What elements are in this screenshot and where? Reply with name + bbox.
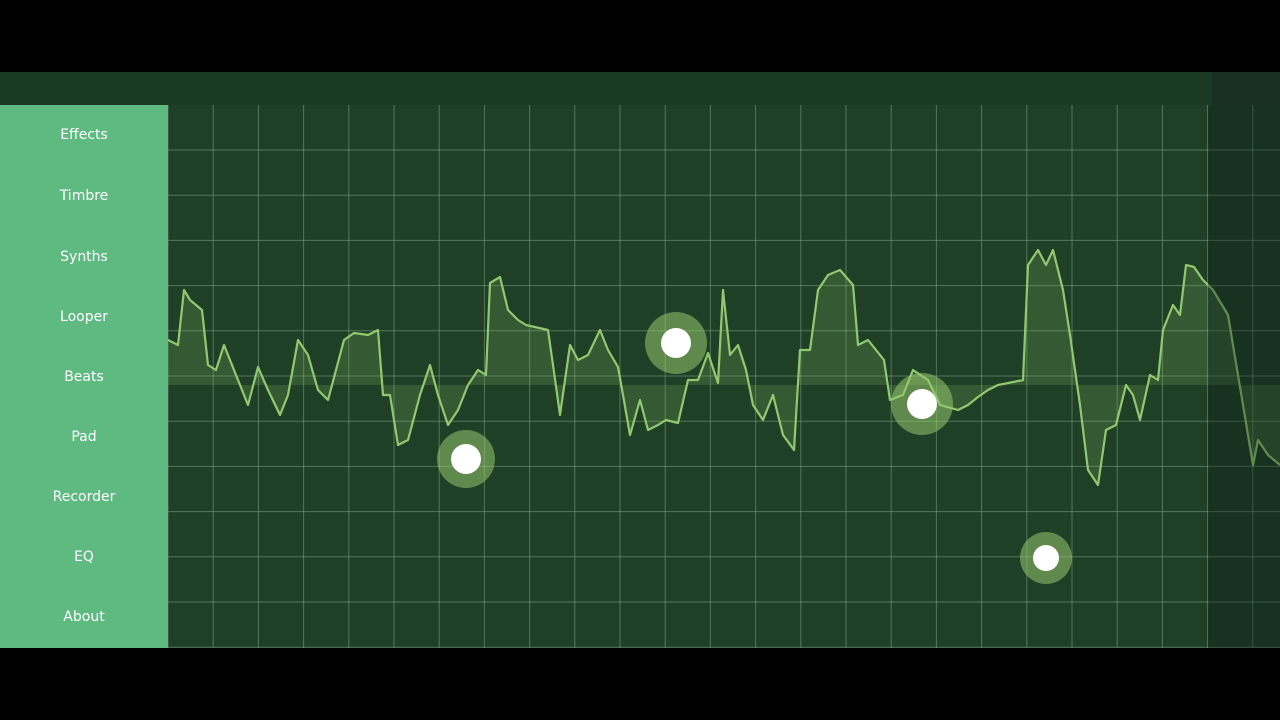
- sidebar-item-eq[interactable]: EQ: [0, 537, 168, 577]
- touch-point-icon: [907, 389, 937, 419]
- sidebar-item-recorder[interactable]: Recorder: [0, 477, 168, 517]
- top-bar-right-panel: [1212, 72, 1280, 105]
- xy-touch-pad[interactable]: [168, 105, 1280, 648]
- sidebar-item-synths[interactable]: Synths: [0, 237, 168, 277]
- touch-point[interactable]: [645, 312, 707, 374]
- sidebar-item-effects[interactable]: Effects: [0, 115, 168, 155]
- sidebar-item-about[interactable]: About: [0, 597, 168, 637]
- sidebar-item-timbre[interactable]: Timbre: [0, 176, 168, 216]
- touch-point-icon: [661, 328, 691, 358]
- sidebar-menu: Effects Timbre Synths Looper Beats Pad R…: [0, 105, 168, 648]
- touch-point[interactable]: [437, 430, 495, 488]
- grid-and-waveform: [168, 105, 1280, 648]
- sidebar-item-pad[interactable]: Pad: [0, 417, 168, 457]
- synth-app: Effects Timbre Synths Looper Beats Pad R…: [0, 72, 1280, 648]
- touch-point[interactable]: [1020, 532, 1072, 584]
- top-bar: [0, 72, 1280, 105]
- sidebar-item-beats[interactable]: Beats: [0, 357, 168, 397]
- touch-point-icon: [451, 444, 481, 474]
- sidebar-item-looper[interactable]: Looper: [0, 297, 168, 337]
- touch-point-icon: [1033, 545, 1059, 571]
- touch-point[interactable]: [891, 373, 953, 435]
- pad-edge-shade: [1208, 105, 1280, 648]
